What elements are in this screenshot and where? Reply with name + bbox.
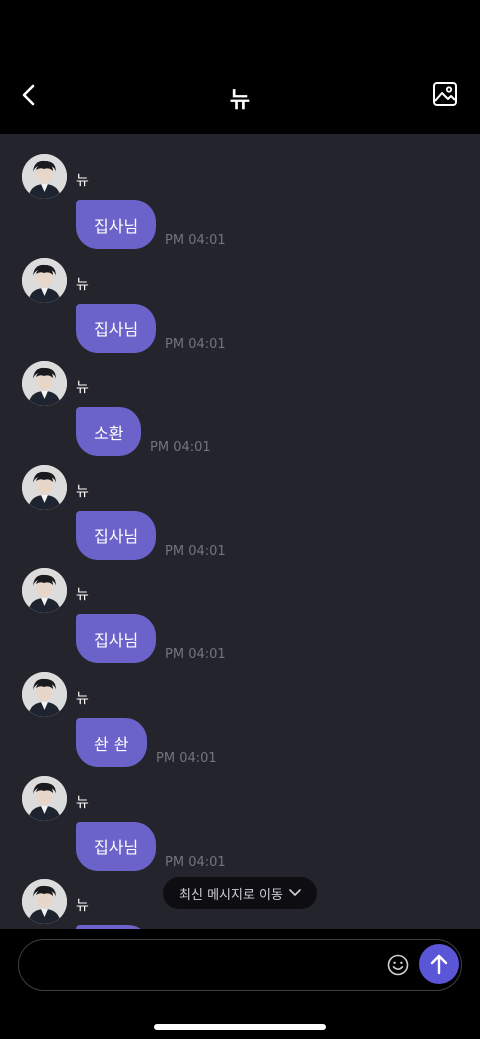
message-row: 뉴 집사님 PM 04:01: [0, 548, 480, 664]
avatar[interactable]: [22, 464, 67, 510]
sender-name: 뉴: [76, 483, 89, 500]
avatar[interactable]: [22, 568, 67, 614]
avatar[interactable]: [22, 672, 67, 717]
sender-name: 뉴: [76, 380, 89, 397]
arrow-up-icon: [430, 954, 448, 975]
avatar[interactable]: [22, 361, 67, 407]
gallery-button[interactable]: [432, 81, 460, 109]
avatar[interactable]: [22, 775, 67, 821]
image-icon: [433, 82, 457, 106]
message-row: 뉴 집사님 PM 04:01: [0, 134, 480, 249]
message-row: 뉴 집사님 PM 04:01: [0, 756, 480, 871]
jump-to-latest-button[interactable]: 최신 메시지로 이동: [163, 877, 317, 909]
avatar[interactable]: [22, 879, 67, 925]
sender-name: 뉴: [76, 691, 89, 707]
message-row: 뉴 집사님 PM 04:01: [0, 238, 480, 353]
message-row: 뉴솬 솬 PM 04:01: [0, 652, 480, 767]
composer-box: [18, 939, 462, 991]
message-row: 뉴 집사님 PM 04:01: [0, 445, 480, 560]
sender-name: 뉴: [76, 173, 89, 189]
sender-name: 뉴: [76, 587, 89, 604]
message-list[interactable]: 뉴 집사님 PM 04:01 뉴 집사님 PM 04:01 뉴 소환 PM 04:01 뉴 집사님 P…: [0, 134, 480, 929]
sender-name: 뉴: [76, 898, 89, 915]
smiley-icon: [387, 954, 409, 976]
composer-bar: [0, 929, 480, 1039]
home-indicator: [154, 1024, 326, 1030]
chat-header: 뉴: [0, 0, 480, 134]
message-row: 뉴 소환 PM 04:01: [0, 341, 480, 457]
chat-title: 뉴: [229, 88, 251, 113]
sender-name: 뉴: [76, 276, 89, 293]
emoji-button[interactable]: [387, 954, 409, 976]
avatar[interactable]: [22, 154, 67, 199]
send-button[interactable]: [419, 944, 459, 984]
jump-to-latest-label: 최신 메시지로 이동: [179, 887, 283, 903]
chat-screen: 뉴 뉴 집사님 PM 04:01 뉴 집사님 PM 04:01 뉴 소환 PM 04:01 뉴 집사…: [0, 0, 480, 1039]
message-input[interactable]: [41, 948, 371, 984]
avatar[interactable]: [22, 257, 67, 303]
sender-name: 뉴: [76, 794, 89, 811]
chevron-down-icon: [289, 889, 301, 896]
